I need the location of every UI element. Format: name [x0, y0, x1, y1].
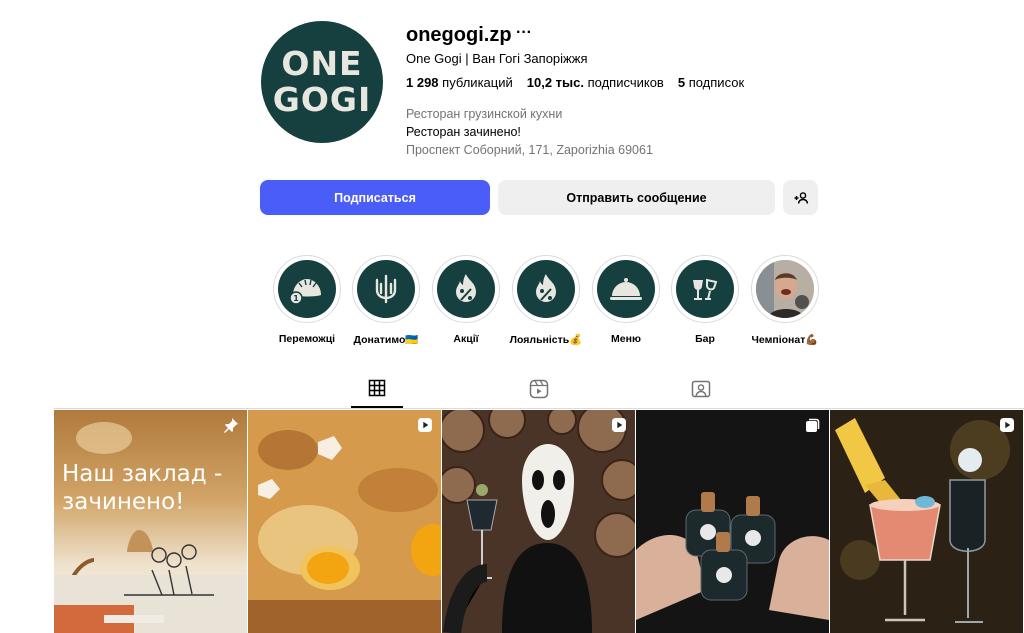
more-options-icon[interactable]: ···	[516, 24, 532, 42]
post-image	[442, 410, 635, 633]
trident-icon	[375, 274, 397, 304]
highlight-item[interactable]: Лояльність💰	[507, 255, 585, 346]
post-image	[54, 422, 247, 633]
profile-bio: Ресторан зачинено!	[406, 125, 521, 139]
tab-tagged[interactable]	[675, 379, 727, 407]
post-tile[interactable]	[636, 410, 829, 633]
highlight-cover	[756, 260, 814, 318]
reels-icon	[529, 379, 549, 399]
suggest-accounts-button[interactable]	[783, 180, 818, 215]
posts-stat[interactable]: 1 298 публикаций	[406, 75, 513, 90]
highlight-cover	[437, 260, 495, 318]
svg-text:1: 1	[293, 294, 299, 303]
following-count: 5	[677, 75, 686, 90]
highlight-item[interactable]: Чемпіонат💪🏾	[746, 255, 824, 346]
highlight-label: Бар	[695, 333, 715, 345]
send-message-button[interactable]: Отправить сообщение	[498, 180, 775, 215]
highlight-ring	[432, 255, 500, 323]
highlight-label: Акції	[453, 333, 479, 345]
highlight-item[interactable]: 1 Переможці	[268, 255, 346, 345]
highlight-ring: 1	[273, 255, 341, 323]
add-person-icon	[794, 191, 808, 204]
pin-icon	[224, 418, 238, 433]
post-image	[248, 410, 441, 633]
tagged-icon	[691, 380, 711, 398]
grid-icon	[368, 379, 386, 397]
highlight-cover	[517, 260, 575, 318]
reel-icon	[612, 418, 626, 432]
highlight-label: Донатимо🇺🇦	[353, 334, 419, 346]
profile-address[interactable]: Проспект Соборний, 171, Zaporizhia 69061	[406, 143, 653, 157]
highlight-ring	[751, 255, 819, 323]
post-image	[830, 410, 1023, 633]
profile-stats: 1 298 публикаций 10,2 тыс. подписчиков 5…	[406, 75, 744, 90]
followers-stat[interactable]: 10,2 тыс. подписчиков	[527, 75, 664, 90]
highlight-item[interactable]: Меню	[587, 255, 665, 345]
highlight-ring	[352, 255, 420, 323]
profile-avatar[interactable]: ONE GOGI	[261, 21, 383, 143]
post-image	[636, 410, 829, 633]
carousel-icon	[806, 418, 820, 432]
following-stat[interactable]: 5 подписок	[678, 75, 744, 90]
follow-button[interactable]: Подписаться	[260, 180, 490, 215]
tabs-divider	[54, 408, 1024, 409]
highlight-label: Лояльність💰	[509, 334, 583, 346]
highlight-label: Переможці	[278, 333, 336, 345]
post-caption: Наш заклад - зачинено!	[62, 461, 223, 515]
following-label: подписок	[688, 75, 745, 90]
post-tile[interactable]: Наш заклад - зачинено!	[54, 410, 247, 633]
fire-percent-icon	[536, 274, 556, 302]
highlight-cover	[676, 260, 734, 318]
highlight-cover: 1	[278, 260, 336, 318]
post-tile[interactable]	[830, 410, 1023, 633]
reel-icon	[1000, 418, 1014, 432]
avatar-text-one: ONE	[281, 44, 363, 83]
full-name: One Gogi | Ван Гогі Запоріжжя	[406, 51, 588, 66]
cloche-icon	[610, 278, 642, 300]
avatar-text-gogi: GOGI	[272, 80, 372, 119]
highlight-label: Чемпіонат💪🏾	[751, 334, 819, 346]
posts-label: публикаций	[442, 75, 513, 90]
highlight-ring	[512, 255, 580, 323]
highlight-item[interactable]: Бар	[666, 255, 744, 345]
reel-icon	[418, 418, 432, 432]
fire-percent-icon	[456, 274, 476, 302]
followers-count: 10,2 тыс.	[526, 75, 584, 90]
highlight-ring	[592, 255, 660, 323]
dumpling-medal-icon: 1	[289, 279, 321, 305]
highlight-item[interactable]: Акції	[427, 255, 505, 345]
wine-glasses-icon	[693, 278, 718, 300]
highlight-cover	[357, 260, 415, 318]
followers-label: подписчиков	[587, 75, 664, 90]
highlight-cover	[597, 260, 655, 318]
photo-person-icon	[756, 260, 814, 318]
highlight-ring	[671, 255, 739, 323]
highlight-item[interactable]: Донатимо🇺🇦	[347, 255, 425, 346]
post-tile[interactable]	[442, 410, 635, 633]
username: onegogi.zp	[406, 24, 512, 46]
posts-count: 1 298	[406, 75, 439, 90]
post-tile[interactable]	[248, 410, 441, 633]
profile-category: Ресторан грузинской кухни	[406, 107, 563, 121]
highlight-label: Меню	[611, 333, 641, 345]
tab-posts[interactable]	[351, 379, 403, 408]
tab-reels[interactable]	[513, 379, 565, 407]
